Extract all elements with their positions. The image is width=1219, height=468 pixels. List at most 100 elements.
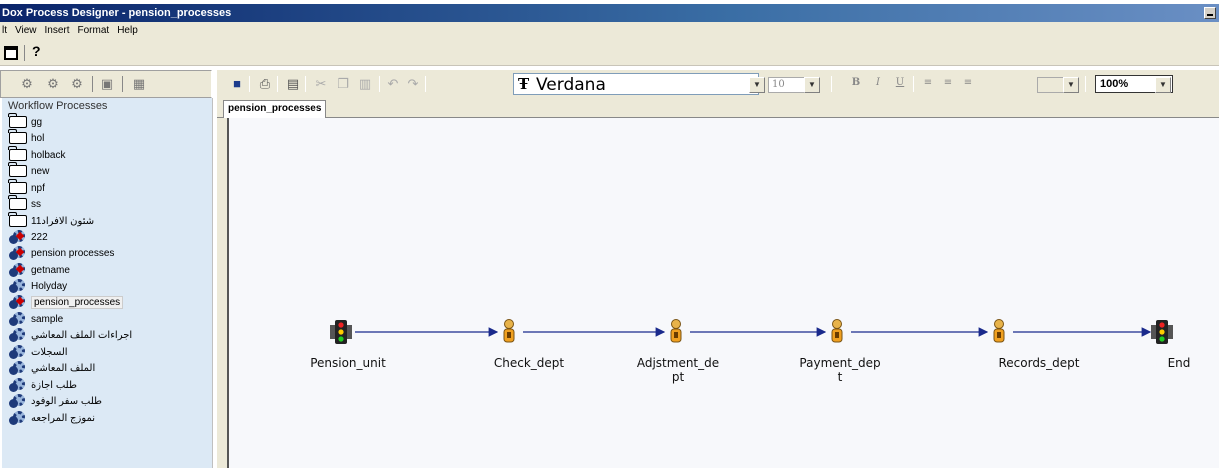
print-icon[interactable]: ⎙: [257, 76, 273, 92]
process-icon: [9, 263, 27, 278]
tree-process-selected[interactable]: pension_processes: [9, 295, 124, 311]
activity-person-icon[interactable]: [503, 319, 515, 343]
folder-icon: [8, 113, 27, 129]
tree-process[interactable]: طلب اجازة: [9, 378, 77, 394]
tree-item-label: نموزج المراجعه: [31, 413, 96, 424]
help-icon[interactable]: ?: [32, 43, 41, 59]
toolbar-separator: [122, 76, 123, 92]
process-icon: [9, 361, 27, 376]
folder-icon: [8, 212, 27, 228]
tab-bar: pension_processes: [217, 98, 1219, 118]
save-icon[interactable]: ■: [229, 76, 245, 92]
tree-process[interactable]: sample: [9, 312, 63, 328]
size-dropdown-chevron-icon[interactable]: ▼: [804, 77, 820, 93]
tree-folder[interactable]: new: [8, 162, 49, 180]
main-toolbar: ?: [0, 40, 1219, 66]
tree-item-label: npf: [31, 183, 45, 194]
activity-person-icon[interactable]: [993, 319, 1005, 343]
traffic-light-icon[interactable]: [330, 320, 352, 344]
tree-title: Workflow Processes: [8, 100, 108, 112]
tree-item-label: hol: [31, 133, 45, 144]
align-left-icon[interactable]: ≡: [921, 76, 935, 90]
tree-process[interactable]: Holyday: [9, 279, 67, 295]
process-icon: [9, 312, 27, 327]
traffic-light-icon[interactable]: [1151, 320, 1173, 344]
menu-format[interactable]: Format: [74, 22, 114, 40]
font-name: Verdana: [536, 75, 606, 95]
zoom-value: 100%: [1100, 78, 1129, 90]
align-right-icon[interactable]: ≡: [961, 76, 975, 90]
add-process-icon[interactable]: ⚙: [45, 77, 61, 91]
process-icon: [9, 345, 27, 360]
menu-help[interactable]: Help: [113, 22, 142, 40]
workflow-node-label: Payment_dep t: [799, 356, 881, 384]
copy-icon[interactable]: ❐: [335, 76, 351, 92]
folder-icon: [8, 162, 27, 178]
process-icon: [9, 279, 27, 294]
workflow-node-label: Pension_unit: [310, 356, 386, 370]
toolbar-separator: [24, 45, 25, 61]
properties-icon[interactable]: ▣: [99, 77, 115, 91]
menu-view[interactable]: View: [11, 22, 41, 40]
toolbar-separator: [249, 76, 250, 92]
tree-item-label: pension_processes: [31, 296, 124, 309]
tree-process[interactable]: طلب سفر الوفود: [9, 394, 102, 410]
font-select[interactable]: Ŧ Verdana: [513, 73, 759, 95]
tree-process[interactable]: السجلات: [9, 345, 68, 361]
tree-process[interactable]: getname: [9, 263, 70, 279]
activity-person-icon[interactable]: [831, 319, 843, 343]
menu-edit[interactable]: lt: [0, 22, 11, 40]
tree-item-label: holback: [31, 150, 66, 161]
tree-process[interactable]: pension processes: [9, 246, 114, 262]
process-canvas[interactable]: Pension_unit Check_dept Adjstment_de pt Pay…: [227, 118, 1219, 468]
workflow-node-label: Check_dept: [493, 356, 565, 370]
refresh-icon[interactable]: ▦: [131, 77, 147, 91]
remove-process-icon[interactable]: ⚙: [69, 77, 85, 91]
tree-process[interactable]: الملف المعاشي: [9, 361, 95, 377]
tree-folder[interactable]: holback: [8, 146, 66, 164]
italic-button[interactable]: I: [871, 76, 885, 90]
paste-icon[interactable]: ▥: [357, 76, 373, 92]
folder-icon: [8, 179, 27, 195]
align-center-icon[interactable]: ≡: [941, 76, 955, 90]
redo-icon[interactable]: ↷: [405, 76, 421, 92]
tree-folder[interactable]: ss: [8, 195, 41, 213]
tree-item-label: sample: [31, 314, 64, 325]
tree-item-label: getname: [31, 265, 70, 276]
undo-icon[interactable]: ↶: [385, 76, 401, 92]
link-icon[interactable]: ⚙: [19, 77, 35, 91]
tree-item-label: شئون الافراد11: [31, 216, 95, 227]
activity-person-icon[interactable]: [670, 319, 682, 343]
tree-item-label: طلب سفر الوفود: [31, 396, 102, 407]
title-bar: Dox Process Designer - pension_processes: [0, 4, 1219, 22]
tab-pension-processes[interactable]: pension_processes: [223, 100, 327, 118]
cut-icon[interactable]: ✂: [313, 76, 329, 92]
tree-process[interactable]: اجراءات الملف المعاشي: [9, 328, 132, 344]
toolbar-separator: [92, 76, 93, 92]
process-icon: [9, 378, 27, 393]
tree-folder[interactable]: hol: [8, 129, 45, 147]
tree-item-label: الملف المعاشي: [31, 363, 96, 374]
font-size-value: 10: [772, 79, 785, 90]
canvas-gutter: [217, 118, 227, 468]
window-icon[interactable]: [4, 46, 18, 60]
tree-process[interactable]: نموزج المراجعه: [9, 411, 95, 427]
font-dropdown-chevron-icon[interactable]: ▼: [749, 77, 765, 93]
color-dropdown-chevron-icon[interactable]: ▼: [1063, 77, 1079, 93]
toolbar-separator: [425, 76, 426, 92]
bold-button[interactable]: B: [849, 76, 863, 90]
tree-process[interactable]: 222: [9, 230, 48, 246]
minimize-button[interactable]: [1204, 7, 1216, 19]
folder-icon: [8, 129, 27, 145]
menu-insert[interactable]: Insert: [41, 22, 74, 40]
tree-item-label: السجلات: [31, 347, 68, 358]
underline-button[interactable]: U: [893, 76, 907, 90]
workflow-node-label: Adjstment_de pt: [636, 356, 720, 384]
preview-icon[interactable]: ▤: [285, 76, 301, 92]
tree-folder[interactable]: شئون الافراد11: [8, 212, 95, 230]
toolbar-separator: [379, 76, 380, 92]
tree-item-label: اجراءات الملف المعاشي: [31, 330, 133, 341]
truetype-icon: Ŧ: [518, 75, 530, 93]
zoom-dropdown-chevron-icon[interactable]: ▼: [1155, 77, 1171, 93]
process-icon: [9, 295, 27, 310]
